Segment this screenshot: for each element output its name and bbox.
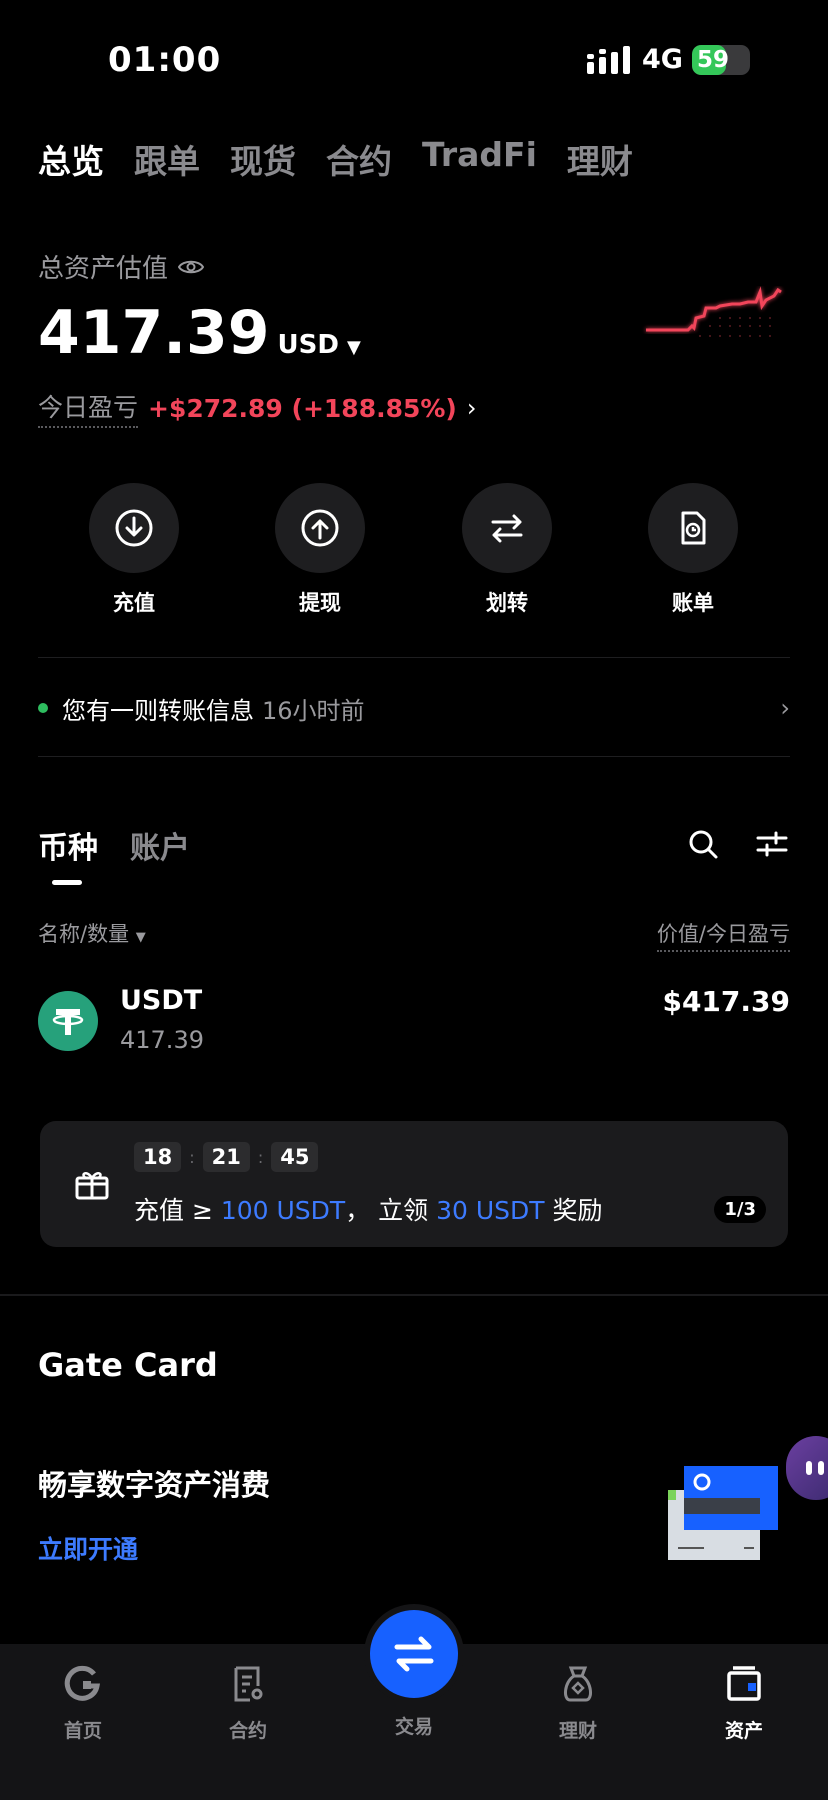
pnl-label: 今日盈亏: [38, 388, 139, 428]
futures-icon: [234, 1666, 263, 1702]
deposit-button[interactable]: 充值: [74, 483, 194, 617]
gift-icon: [75, 1172, 109, 1200]
transfer-button[interactable]: 划转: [447, 483, 567, 617]
caret-down-icon: ▼: [135, 930, 146, 945]
total-asset-label: 总资产估值: [38, 248, 205, 285]
header-left-label: 名称/数量: [38, 922, 130, 946]
transfer-icon: [462, 483, 552, 573]
filter-icon[interactable]: [756, 828, 788, 860]
coin-symbol: USDT: [120, 985, 203, 1016]
notice-text: 您有一则转账信息: [62, 696, 254, 725]
home-icon: [64, 1665, 101, 1701]
transfer-notice[interactable]: 您有一则转账信息 16小时前 ›: [38, 688, 790, 728]
nav-futures[interactable]: 合约: [198, 1664, 298, 1743]
withdraw-icon: [275, 483, 365, 573]
asset-amount: 417.39: [38, 298, 270, 368]
quick-actions: 充值 提现 划转 账单: [0, 483, 828, 615]
assistant-bubble[interactable]: [786, 1436, 828, 1500]
promo-text-part: 奖励: [544, 1196, 603, 1225]
promo-text-part: 充值 ≥: [134, 1196, 221, 1225]
asset-label-text: 总资产估值: [38, 254, 169, 284]
divider: [38, 657, 790, 658]
section-divider: [0, 1294, 828, 1296]
network-type: 4G: [642, 44, 683, 75]
tab-earn[interactable]: 理财: [567, 135, 633, 183]
countdown-separator: :: [189, 1147, 195, 1167]
gate-card-illustration: [668, 1466, 778, 1560]
promo-banner[interactable]: 18 : 21 : 45 充值 ≥ 100 USDT， 立领 30 USDT 奖…: [40, 1121, 788, 1247]
nav-earn-label: 理财: [558, 1720, 597, 1742]
nav-earn[interactable]: 理财: [528, 1664, 628, 1743]
promo-page-indicator: 1/3: [714, 1196, 766, 1223]
asset-sparkline: [646, 286, 782, 337]
promo-text: 充值 ≥ 100 USDT， 立领 30 USDT 奖励: [134, 1191, 603, 1227]
tab-tradfi[interactable]: TradFi: [422, 135, 537, 183]
sort-name-amount[interactable]: 名称/数量 ▼: [38, 918, 146, 948]
usdt-icon: [38, 991, 98, 1051]
gate-card-activate-link[interactable]: 立即开通: [38, 1530, 138, 1566]
nav-home[interactable]: 首页: [33, 1664, 133, 1743]
nav-futures-label: 合约: [228, 1720, 267, 1742]
nav-assets-label: 资产: [724, 1720, 763, 1742]
chevron-right-icon: ›: [780, 694, 790, 722]
tab-copy-trading[interactable]: 跟单: [134, 135, 200, 183]
countdown-minutes: 21: [202, 1142, 250, 1172]
countdown-separator: :: [257, 1147, 264, 1167]
trade-icon: [394, 1636, 434, 1672]
nav-assets[interactable]: 资产: [694, 1664, 794, 1743]
tab-coins[interactable]: 币种: [38, 823, 98, 867]
trade-button[interactable]: [370, 1610, 458, 1698]
tab-futures[interactable]: 合约: [326, 135, 392, 183]
earn-icon: [564, 1666, 592, 1702]
header-right-label[interactable]: 价值/今日盈亏: [656, 918, 790, 952]
battery-text: 59: [697, 47, 730, 73]
nav-trade-label: 交易: [394, 1716, 433, 1738]
status-bar: 01:00 4G 59: [0, 0, 828, 120]
transfer-label: 划转: [486, 591, 528, 615]
bill-label: 账单: [672, 591, 714, 615]
notice-time: 16小时前: [262, 696, 365, 725]
bill-icon: [648, 483, 738, 573]
countdown-seconds: 45: [271, 1142, 319, 1172]
tab-overview[interactable]: 总览: [38, 135, 104, 183]
deposit-label: 充值: [113, 591, 155, 615]
today-pnl[interactable]: 今日盈亏 +$272.89 (+188.85%) ›: [38, 388, 476, 428]
deposit-icon: [89, 483, 179, 573]
countdown-timer: 18 : 21 : 45: [134, 1142, 319, 1172]
coin-row[interactable]: USDT 417.39 $417.39: [38, 985, 790, 1065]
nav-home-label: 首页: [63, 1720, 102, 1742]
gate-card-subtitle: 畅享数字资产消费: [38, 1468, 271, 1502]
top-tabs: 总览 跟单 现货 合约 TradFi 理财: [38, 135, 633, 183]
countdown-hours: 18: [134, 1142, 182, 1172]
currency-selector[interactable]: USD: [278, 330, 339, 360]
active-tab-indicator: [52, 880, 82, 885]
coin-value: $417.39: [662, 985, 790, 1018]
eye-icon[interactable]: [178, 257, 205, 277]
chevron-right-icon: ›: [466, 394, 477, 422]
asset-tabs: 币种 账户: [38, 823, 190, 867]
battery-icon: 59: [692, 45, 750, 75]
chevron-down-icon[interactable]: ▼: [347, 337, 361, 358]
tab-spot[interactable]: 现货: [230, 135, 296, 183]
tab-accounts[interactable]: 账户: [130, 823, 190, 867]
pnl-value: +$272.89 (+188.85%): [148, 393, 457, 423]
status-time: 01:00: [108, 40, 222, 80]
bubble-eye: [818, 1461, 824, 1475]
status-dot-icon: [38, 703, 48, 713]
signal-icon: [587, 46, 630, 74]
divider: [38, 756, 790, 757]
gate-card-title: Gate Card: [38, 1346, 218, 1384]
search-icon[interactable]: [687, 828, 719, 860]
promo-highlight: 100 USDT: [220, 1196, 346, 1225]
withdraw-label: 提现: [299, 591, 341, 615]
promo-highlight: 30 USDT: [436, 1196, 545, 1225]
wallet-icon: [727, 1666, 761, 1701]
promo-text-part: ， 立领: [345, 1196, 437, 1225]
withdraw-button[interactable]: 提现: [260, 483, 380, 617]
bill-button[interactable]: 账单: [633, 483, 753, 617]
total-asset-value: 417.39 USD ▼: [38, 298, 361, 368]
bubble-eye: [806, 1461, 812, 1475]
coin-amount: 417.39: [120, 1026, 204, 1054]
